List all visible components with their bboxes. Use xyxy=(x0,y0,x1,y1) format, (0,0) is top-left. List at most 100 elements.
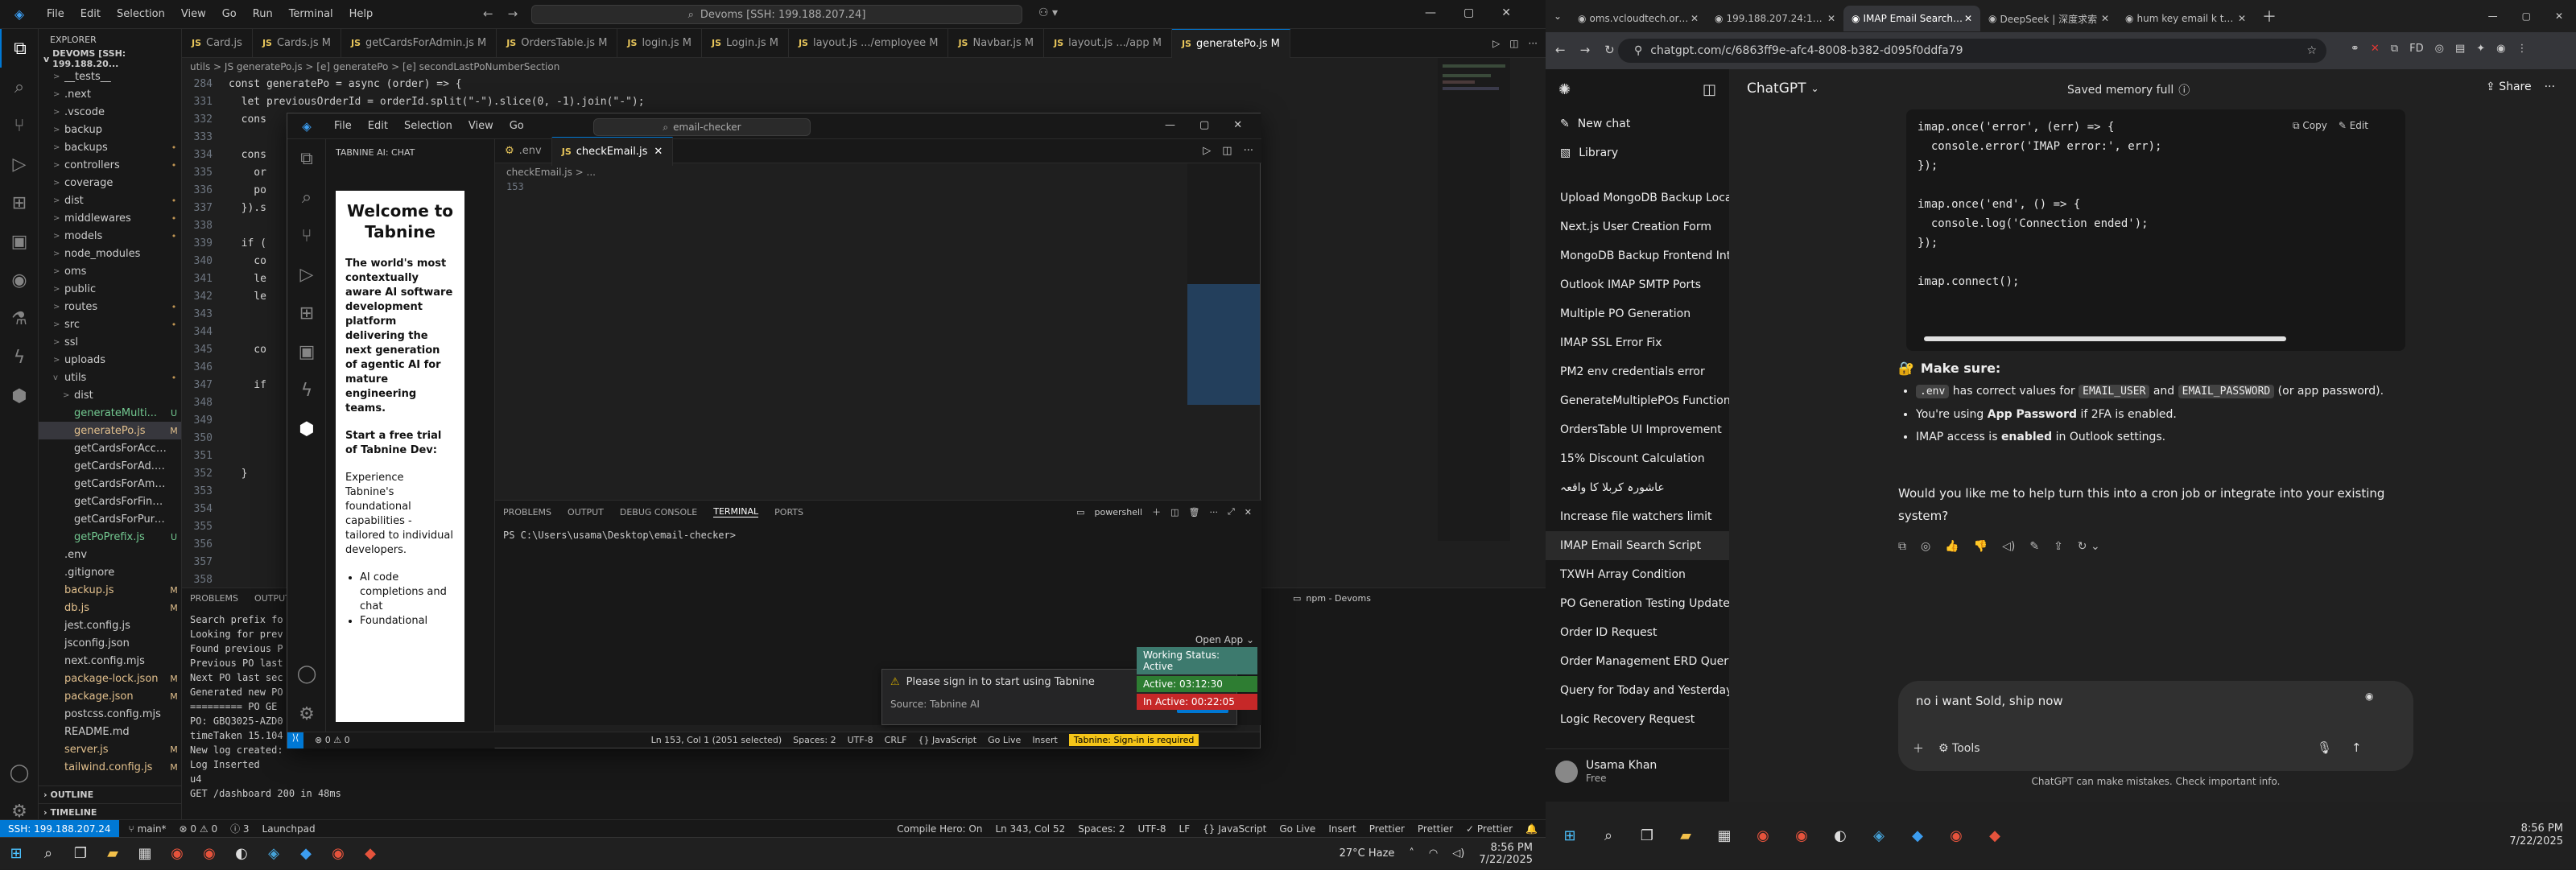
thumbs-down-icon[interactable]: 👎 xyxy=(1974,535,1988,558)
extensions-icon[interactable]: ✦ xyxy=(2476,43,2485,55)
close-icon[interactable]: ✕ xyxy=(2101,13,2109,24)
library-button[interactable]: ▧ Library xyxy=(1546,138,1729,167)
run-debug-icon[interactable]: ▷ xyxy=(0,145,39,183)
search-icon[interactable]: ⌕ xyxy=(287,178,326,216)
tab-problems[interactable]: PROBLEMS xyxy=(190,593,238,604)
split-terminal-icon[interactable]: ◫ xyxy=(1170,507,1179,517)
model-selector[interactable]: ChatGPT ⌄ xyxy=(1747,80,1819,97)
minimap[interactable] xyxy=(1187,163,1260,405)
editor-tab[interactable]: JS login.js M xyxy=(617,28,702,58)
chat-history-item[interactable]: Order ID Request xyxy=(1546,618,1729,647)
star-icon[interactable]: ☆ xyxy=(2306,44,2317,57)
close-icon[interactable]: ✕ xyxy=(1827,13,1835,24)
split-editor-icon[interactable]: ◫ xyxy=(1509,38,1518,49)
menu-edit[interactable]: Edit xyxy=(360,120,396,132)
copilot-icon[interactable]: ⚇ ▾ xyxy=(1038,6,1058,19)
bolt-icon[interactable]: ϟ xyxy=(287,371,326,410)
cursor-position[interactable]: Ln 343, Col 52 xyxy=(995,823,1065,835)
tree-item[interactable]: > coverage xyxy=(39,174,181,192)
explorer-icon[interactable]: ⧉ xyxy=(287,139,326,178)
more-actions-icon[interactable]: ··· xyxy=(1529,38,1538,49)
run-icon[interactable]: ▷ xyxy=(1492,38,1500,49)
tree-item[interactable]: jsconfig.json xyxy=(39,634,181,652)
tree-item[interactable]: tailwind.config.js M xyxy=(39,758,181,776)
remote-explorer-icon[interactable]: ▣ xyxy=(287,332,326,371)
forward-arrow-icon[interactable]: → xyxy=(508,6,518,21)
tree-item[interactable]: getCardsForAmazon.js xyxy=(39,475,181,493)
back-arrow-icon[interactable]: ← xyxy=(1555,43,1566,57)
gear-icon[interactable]: ⚙ xyxy=(287,695,326,733)
tree-item[interactable]: > .vscode xyxy=(39,103,181,121)
thumbs-up-icon[interactable]: 👍 xyxy=(1945,535,1959,558)
tree-item[interactable]: v utils • xyxy=(39,369,181,386)
browser-tab[interactable]: ◉ oms.vcloudtech.org/das✕ xyxy=(1570,6,1707,31)
remote-indicator[interactable]: ⟩⟨ xyxy=(287,732,303,748)
minimize-icon[interactable]: — xyxy=(1165,119,1175,131)
tree-item[interactable]: > __tests__ xyxy=(39,68,181,85)
close-icon[interactable]: ✕ xyxy=(2555,10,2563,22)
microphone-icon[interactable]: 🎙 xyxy=(2317,740,2332,755)
tools-button[interactable]: ⚙ Tools xyxy=(1938,742,1980,755)
tree-item[interactable]: postcss.config.mjs xyxy=(39,705,181,723)
tree-item[interactable]: package.json M xyxy=(39,687,181,705)
chat-history-item[interactable]: IMAP Email Search Script xyxy=(1546,531,1729,560)
tab-checkemail[interactable]: JS checkEmail.js ✕ xyxy=(551,136,674,166)
chrome2-icon[interactable]: ◉ xyxy=(322,838,354,870)
insert-mode[interactable]: Insert xyxy=(1328,823,1356,835)
chrome-profile-icon[interactable]: ◉ xyxy=(1785,819,1818,851)
tree-item[interactable]: > middlewares • xyxy=(39,209,181,227)
bell-icon[interactable]: 🔔 xyxy=(1525,823,1538,835)
go-live-status[interactable]: Go Live xyxy=(1279,823,1315,835)
tree-item[interactable]: > node_modules xyxy=(39,245,181,262)
tree-item[interactable]: > dist • xyxy=(39,192,181,209)
run-debug-icon[interactable]: ▷ xyxy=(287,255,326,294)
editor-tab[interactable]: JS getCardsForAdmin.js M xyxy=(341,28,497,58)
extensions-icon[interactable]: ⊞ xyxy=(287,294,326,332)
tree-item[interactable]: next.config.mjs xyxy=(39,652,181,670)
browser-tab[interactable]: ◉ hum key email k throu ✕ xyxy=(2117,6,2254,31)
editor-tab[interactable]: JS Cards.js M xyxy=(253,28,342,58)
app2-icon[interactable]: ◈ xyxy=(1863,819,1895,851)
tree-item[interactable]: > routes • xyxy=(39,298,181,315)
editor-tab[interactable]: JS Navbar.js M xyxy=(948,28,1045,58)
extension-3-icon[interactable]: ⧉ xyxy=(2391,43,2398,55)
tree-item[interactable]: > oms xyxy=(39,262,181,280)
tree-item[interactable]: .env xyxy=(39,546,181,563)
tree-item[interactable]: > backup xyxy=(39,121,181,138)
menu-go[interactable]: Go xyxy=(502,120,532,132)
add-icon[interactable]: ＋ xyxy=(1913,740,1924,757)
menu-view[interactable]: View xyxy=(460,120,502,132)
tree-item[interactable]: jest.config.js xyxy=(39,616,181,634)
prettier-status-1[interactable]: Prettier xyxy=(1369,823,1405,835)
menu-help[interactable]: Help xyxy=(341,8,382,20)
problems-count[interactable]: ⊗ 0 ⚠ 0 xyxy=(180,823,218,835)
speaker-icon[interactable]: ◎ xyxy=(1921,535,1930,558)
task-view-icon[interactable]: ❐ xyxy=(1631,819,1663,851)
extensions-icon[interactable]: ⊞ xyxy=(0,183,39,222)
chat-history-item[interactable]: Logic Recovery Request xyxy=(1546,705,1729,734)
chat-history-item[interactable]: OrdersTable UI Improvement xyxy=(1546,415,1729,444)
app2-icon[interactable]: ◈ xyxy=(258,838,290,870)
editor-tab[interactable]: JS Login.js M xyxy=(702,28,789,58)
extension-2-icon[interactable]: ✕ xyxy=(2371,43,2380,55)
close-icon[interactable]: ✕ xyxy=(1964,13,1972,24)
indentation-status[interactable]: Spaces: 2 xyxy=(793,735,836,745)
powershell-prompt[interactable]: PS C:\Users\usama\Desktop\email-checker> xyxy=(495,523,1261,547)
chrome-icon[interactable]: ◉ xyxy=(1747,819,1779,851)
chat-history-item[interactable]: عاشورہ کربلا کا واقعہ xyxy=(1546,473,1729,502)
store-icon[interactable]: ▦ xyxy=(1708,819,1740,851)
chat-history-item[interactable]: PM2 env credentials error xyxy=(1546,357,1729,386)
copy-icon[interactable]: ⧉ xyxy=(1898,535,1906,558)
tree-item[interactable]: getCardsForAd... M xyxy=(39,457,181,475)
search-icon[interactable]: ⌕ xyxy=(1592,819,1624,851)
user-profile[interactable]: Usama Khan Free xyxy=(1546,748,1729,794)
app3-icon[interactable]: ◆ xyxy=(1979,819,2011,851)
command-center-search[interactable]: ⌕ Devoms [SSH: 199.188.207.24] xyxy=(531,5,1022,24)
tree-item[interactable]: generateMulti... U xyxy=(39,404,181,422)
tab-search-icon[interactable]: ⌄ xyxy=(1546,10,1570,22)
chat-history-item[interactable]: Increase file watchers limit xyxy=(1546,502,1729,531)
vscode-icon[interactable]: ◆ xyxy=(290,838,322,870)
tree-item[interactable]: package-lock.json M xyxy=(39,670,181,687)
remote-explorer-icon[interactable]: ▣ xyxy=(0,222,39,261)
chat-history-item[interactable]: Outlook IMAP SMTP Ports xyxy=(1546,270,1729,299)
